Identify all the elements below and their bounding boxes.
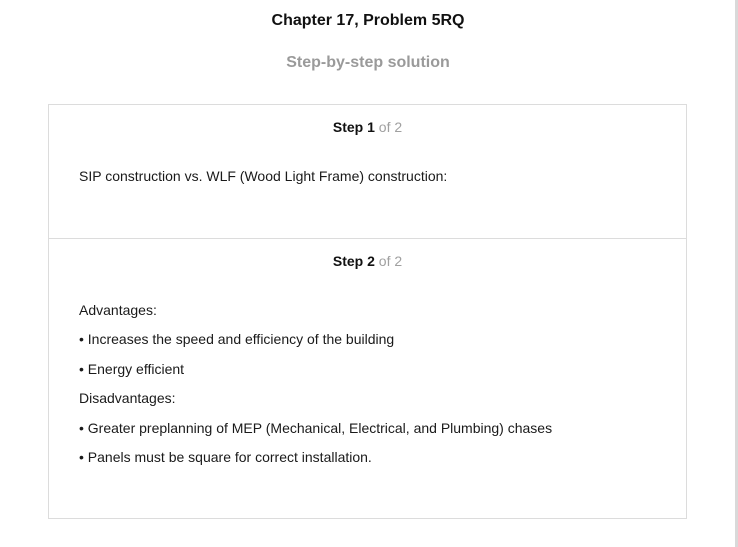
step-label: Step — [332, 253, 364, 269]
disadvantages-heading: Disadvantages: — [79, 390, 176, 407]
advantages-heading: Advantages: — [79, 302, 157, 318]
step-number: 2 — [367, 253, 375, 269]
step-card-2: Step 2 of 2 Advantages: • Increases the … — [49, 239, 686, 518]
step-number: 1 — [367, 119, 375, 135]
step-card-1: Step 1 of 2 SIP construction vs. WLF (Wo… — [49, 105, 686, 239]
step-header: Step 2 of 2 — [49, 253, 686, 269]
step-header: Step 1 of 2 — [49, 119, 686, 135]
solution-subtitle: Step-by-step solution — [286, 54, 450, 71]
step-label: Step — [332, 119, 364, 135]
step-count: of 2 — [378, 253, 403, 269]
step-body: SIP construction vs. WLF (Wood Light Fra… — [79, 167, 656, 196]
disadvantage-item: • Greater preplanning of MEP (Mechanical… — [79, 419, 553, 436]
advantage-item: • Increases the speed and efficiency of … — [79, 331, 395, 348]
step-text-line: SIP construction vs. WLF (Wood Light Fra… — [79, 168, 448, 184]
advantage-item: • Energy efficient — [79, 360, 185, 377]
step-body: Advantages: • Increases the speed and ef… — [79, 301, 656, 477]
solution-steps-panel: Step 1 of 2 SIP construction vs. WLF (Wo… — [48, 104, 687, 519]
step-count: of 2 — [378, 119, 403, 135]
page-title: Chapter 17, Problem 5RQ — [271, 12, 465, 29]
disadvantage-item: • Panels must be square for correct inst… — [79, 448, 372, 465]
